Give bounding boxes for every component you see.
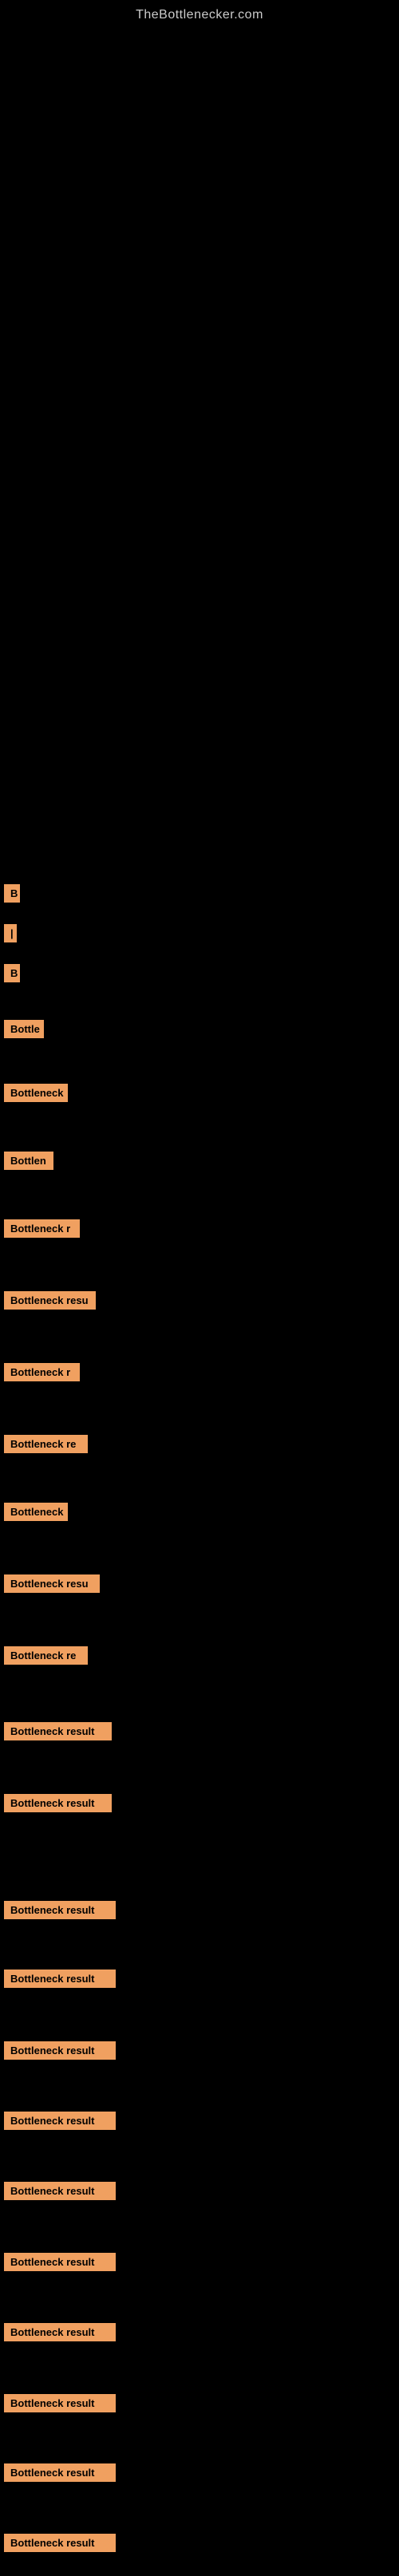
bottleneck-label-4: Bottleneck — [4, 1084, 68, 1102]
bottleneck-item-8[interactable]: Bottleneck r — [4, 1363, 80, 1390]
bottleneck-item-18[interactable]: Bottleneck result — [4, 2112, 116, 2139]
bottleneck-item-4[interactable]: Bottleneck — [4, 1084, 68, 1111]
bottleneck-label-23: Bottleneck result — [4, 2463, 116, 2482]
site-title: TheBottlenecker.com — [0, 0, 399, 22]
bottleneck-label-18: Bottleneck result — [4, 2112, 116, 2130]
bottleneck-label-16: Bottleneck result — [4, 1970, 116, 1988]
bottleneck-label-7: Bottleneck resu — [4, 1291, 96, 1310]
bottleneck-label-0: B — [4, 884, 20, 903]
bottleneck-item-19[interactable]: Bottleneck result — [4, 2182, 116, 2209]
bottleneck-label-10: Bottleneck — [4, 1503, 68, 1521]
bottleneck-item-0[interactable]: B — [4, 884, 20, 911]
bottleneck-item-15[interactable]: Bottleneck result — [4, 1901, 116, 1928]
bottleneck-item-13[interactable]: Bottleneck result — [4, 1722, 112, 1749]
bottleneck-item-7[interactable]: Bottleneck resu — [4, 1291, 96, 1318]
bottleneck-label-15: Bottleneck result — [4, 1901, 116, 1919]
bottleneck-item-21[interactable]: Bottleneck result — [4, 2323, 116, 2350]
bottleneck-item-6[interactable]: Bottleneck r — [4, 1219, 80, 1247]
bottleneck-item-1[interactable]: | — [4, 924, 17, 951]
bottleneck-item-14[interactable]: Bottleneck result — [4, 1794, 112, 1821]
bottleneck-label-13: Bottleneck result — [4, 1722, 112, 1740]
bottleneck-item-24[interactable]: Bottleneck result — [4, 2534, 116, 2561]
bottleneck-label-12: Bottleneck re — [4, 1646, 88, 1665]
bottleneck-label-2: B — [4, 964, 20, 982]
bottleneck-label-6: Bottleneck r — [4, 1219, 80, 1238]
bottleneck-label-8: Bottleneck r — [4, 1363, 80, 1381]
bottleneck-label-19: Bottleneck result — [4, 2182, 116, 2200]
bottleneck-label-14: Bottleneck result — [4, 1794, 112, 1812]
bottleneck-item-5[interactable]: Bottlen — [4, 1152, 53, 1179]
bottleneck-label-9: Bottleneck re — [4, 1435, 88, 1453]
bottleneck-label-5: Bottlen — [4, 1152, 53, 1170]
bottleneck-item-11[interactable]: Bottleneck resu — [4, 1574, 100, 1602]
bottleneck-item-20[interactable]: Bottleneck result — [4, 2253, 116, 2280]
bottleneck-label-21: Bottleneck result — [4, 2323, 116, 2341]
bottleneck-label-24: Bottleneck result — [4, 2534, 116, 2552]
bottleneck-item-16[interactable]: Bottleneck result — [4, 1970, 116, 1997]
bottleneck-item-3[interactable]: Bottle — [4, 1020, 44, 1047]
bottleneck-item-9[interactable]: Bottleneck re — [4, 1435, 88, 1462]
bottleneck-item-22[interactable]: Bottleneck result — [4, 2394, 116, 2421]
bottleneck-label-3: Bottle — [4, 1020, 44, 1038]
bottleneck-label-11: Bottleneck resu — [4, 1574, 100, 1593]
bottleneck-label-17: Bottleneck result — [4, 2041, 116, 2060]
bottleneck-item-12[interactable]: Bottleneck re — [4, 1646, 88, 1673]
bottleneck-item-2[interactable]: B — [4, 964, 20, 991]
bottleneck-item-17[interactable]: Bottleneck result — [4, 2041, 116, 2068]
bottleneck-item-23[interactable]: Bottleneck result — [4, 2463, 116, 2491]
bottleneck-label-22: Bottleneck result — [4, 2394, 116, 2412]
bottleneck-item-10[interactable]: Bottleneck — [4, 1503, 68, 1530]
bottleneck-label-1: | — [4, 924, 17, 942]
bottleneck-label-20: Bottleneck result — [4, 2253, 116, 2271]
